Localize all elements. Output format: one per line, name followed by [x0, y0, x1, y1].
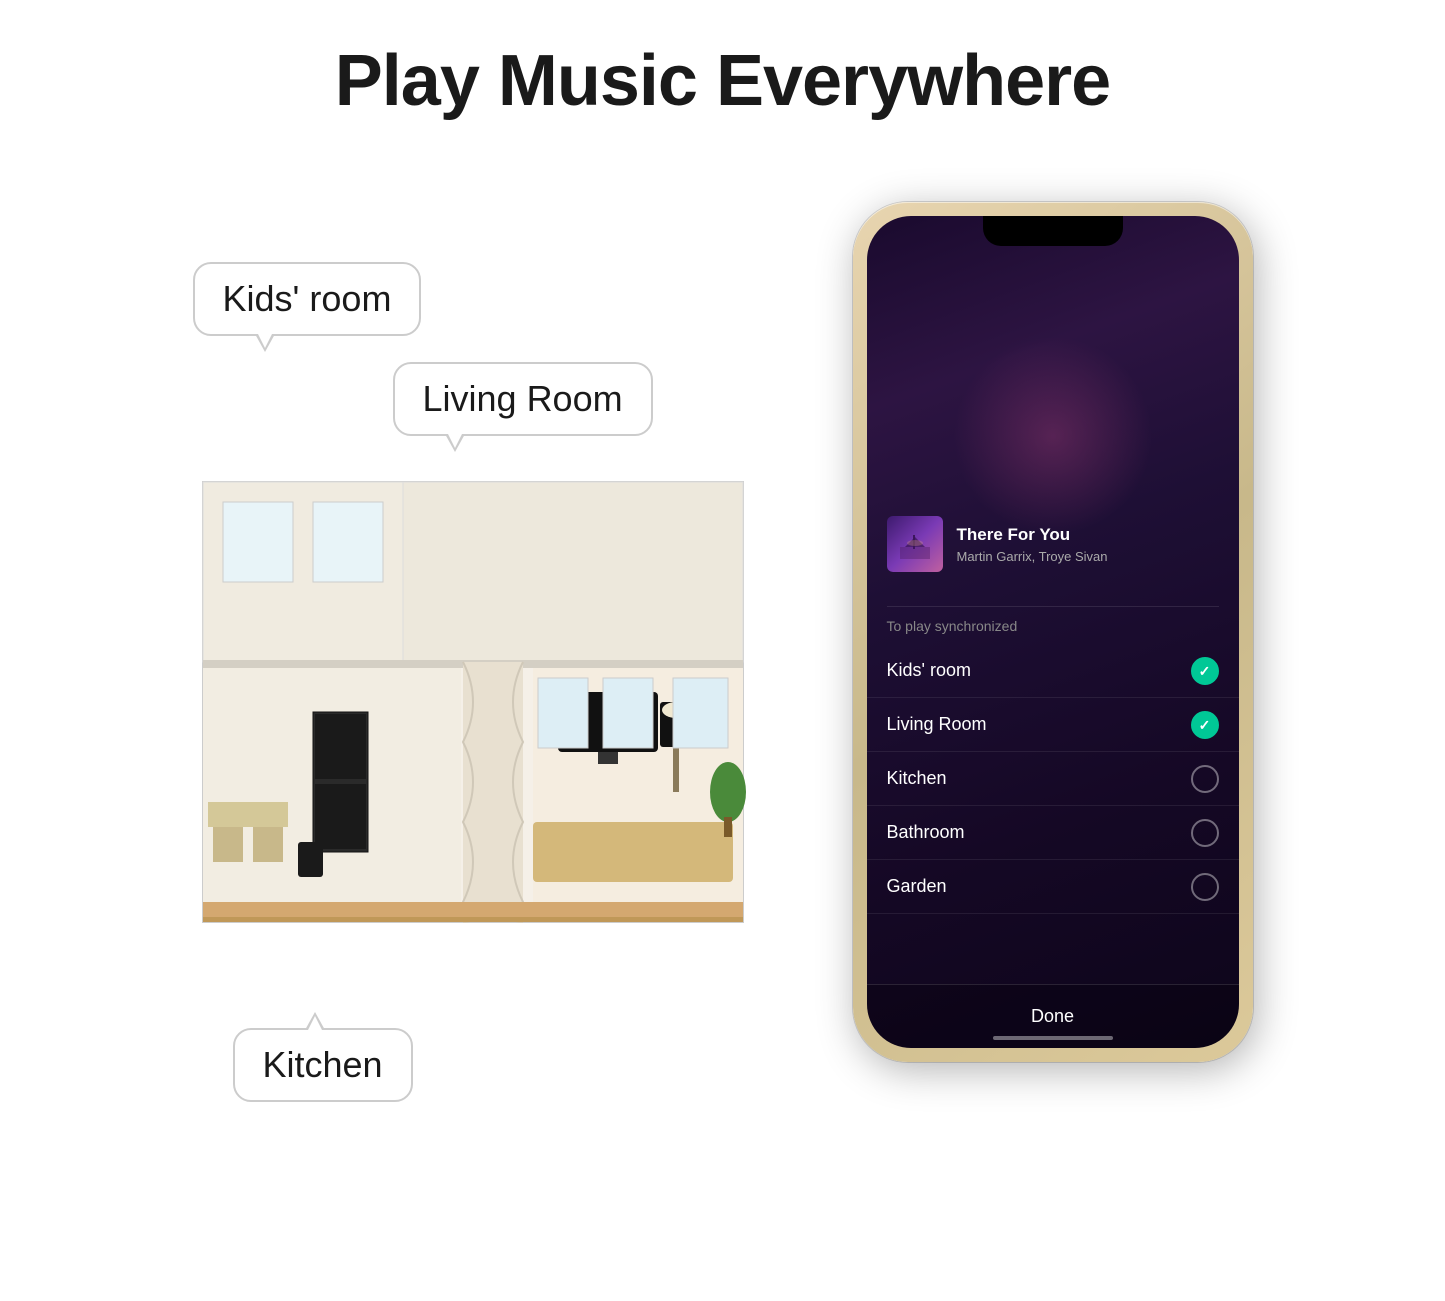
- room-check-kitchen[interactable]: [1191, 765, 1219, 793]
- bg-glow: [953, 336, 1153, 536]
- room-name-kitchen: Kitchen: [887, 768, 947, 789]
- content-area: Kids' room Living Room: [0, 182, 1445, 1162]
- room-check-kids[interactable]: ✓: [1191, 657, 1219, 685]
- left-section: Kids' room Living Room: [173, 182, 793, 1162]
- phone-notch: [983, 216, 1123, 246]
- phone-section: There For You Martin Garrix, Troye Sivan…: [853, 202, 1273, 1102]
- check-icon-kids: ✓: [1199, 664, 1211, 678]
- room-name-kids: Kids' room: [887, 660, 971, 681]
- kids-room-label: Kids' room: [223, 278, 392, 319]
- done-button[interactable]: Done: [1031, 1006, 1074, 1027]
- phone-frame: There For You Martin Garrix, Troye Sivan…: [853, 202, 1253, 1062]
- house-illustration: [173, 402, 773, 962]
- song-artist: Martin Garrix, Troye Sivan: [957, 549, 1219, 564]
- room-check-living[interactable]: ✓: [1191, 711, 1219, 739]
- room-list: Kids' room ✓ Living Room ✓ K: [867, 644, 1239, 914]
- song-info: There For You Martin Garrix, Troye Sivan: [957, 524, 1219, 563]
- song-title: There For You: [957, 524, 1219, 546]
- room-item-kitchen[interactable]: Kitchen: [867, 752, 1239, 806]
- room-item-living[interactable]: Living Room ✓: [867, 698, 1239, 752]
- room-check-bathroom[interactable]: [1191, 819, 1219, 847]
- kitchen-bubble: Kitchen: [233, 1028, 413, 1102]
- home-indicator: [993, 1036, 1113, 1040]
- check-icon-living: ✓: [1199, 718, 1211, 732]
- room-name-garden: Garden: [887, 876, 947, 897]
- room-item-bathroom[interactable]: Bathroom: [867, 806, 1239, 860]
- room-name-bathroom: Bathroom: [887, 822, 965, 843]
- room-name-living: Living Room: [887, 714, 987, 735]
- now-playing-section: There For You Martin Garrix, Troye Sivan: [887, 516, 1219, 572]
- sync-label: To play synchronized: [887, 618, 1018, 634]
- divider-1: [887, 606, 1219, 607]
- page-title: Play Music Everywhere: [0, 0, 1445, 122]
- room-item-kids[interactable]: Kids' room ✓: [867, 644, 1239, 698]
- kids-room-bubble: Kids' room: [193, 262, 422, 336]
- room-item-garden[interactable]: Garden: [867, 860, 1239, 914]
- kitchen-label: Kitchen: [263, 1044, 383, 1085]
- album-art: [887, 516, 943, 572]
- room-check-garden[interactable]: [1191, 873, 1219, 901]
- phone-screen: There For You Martin Garrix, Troye Sivan…: [867, 216, 1239, 1048]
